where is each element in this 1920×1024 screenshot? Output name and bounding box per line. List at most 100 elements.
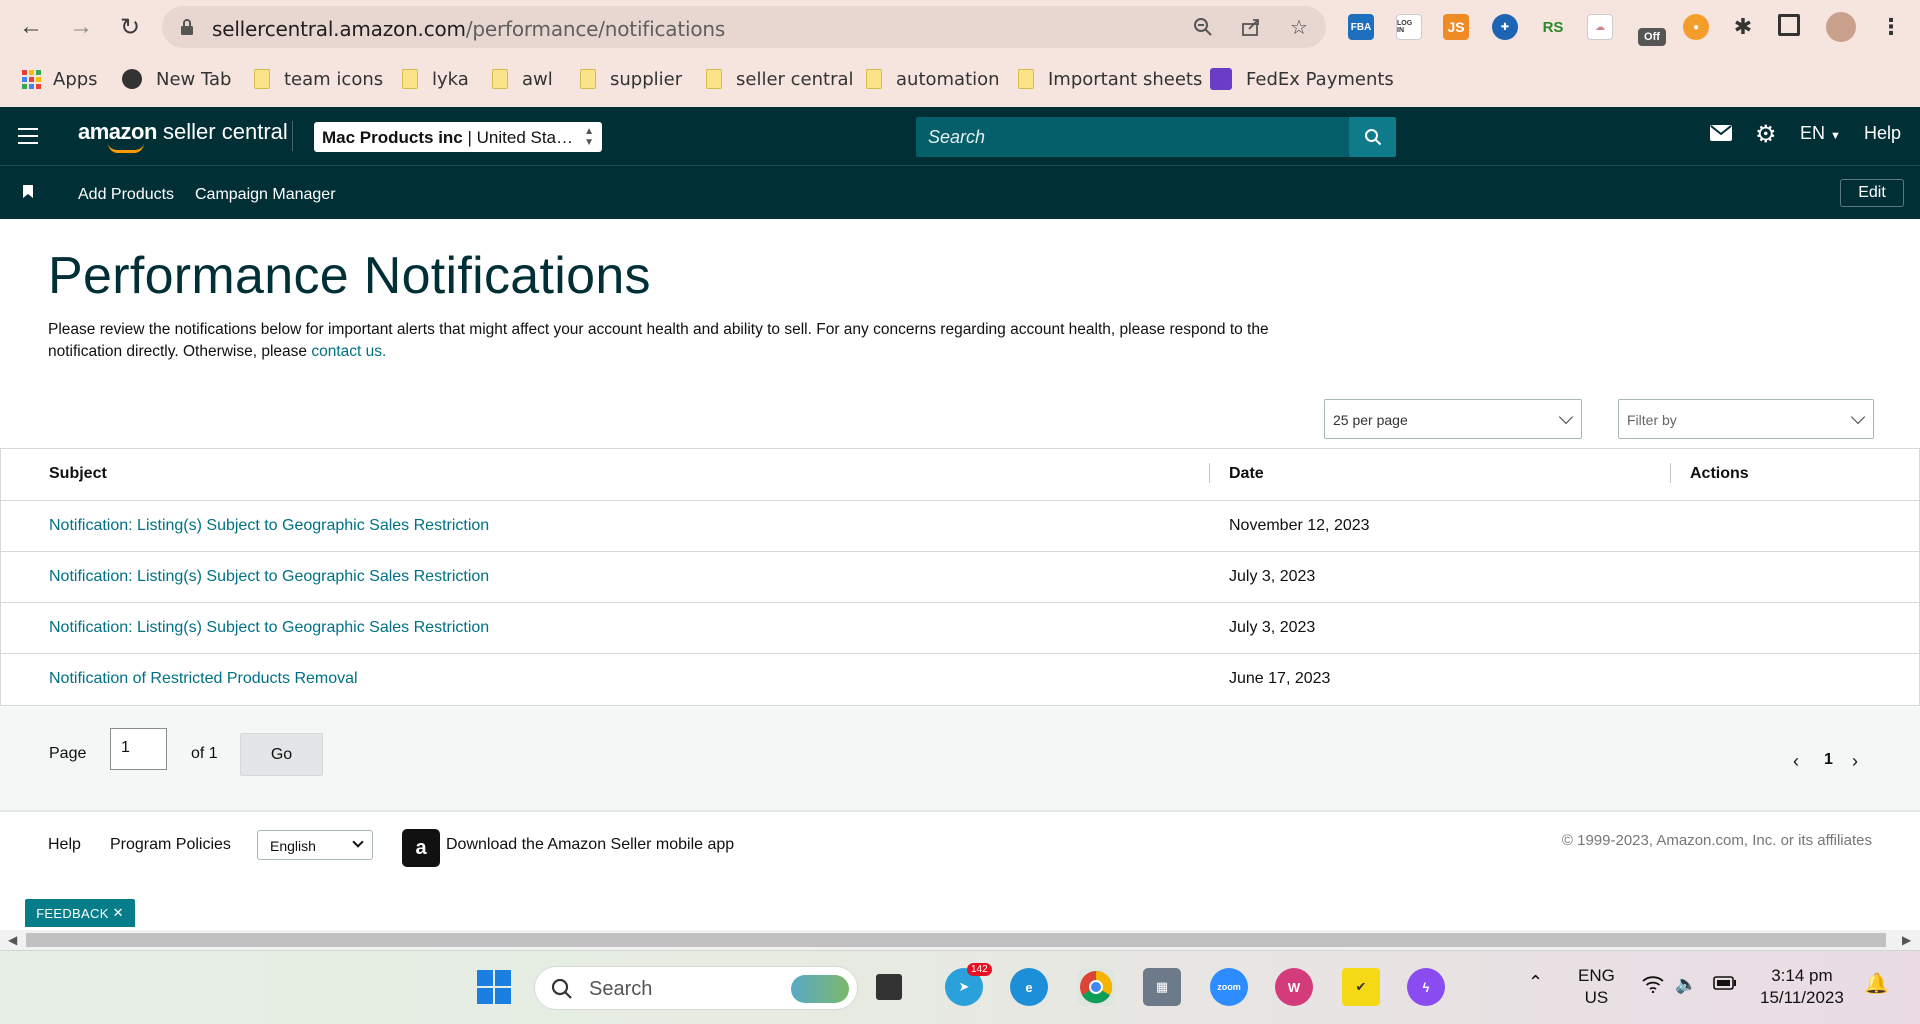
bookmark-apps[interactable]: Apps: [22, 66, 98, 92]
bookmark-seller-central[interactable]: seller central: [706, 66, 854, 92]
bookmark-fedex-payments[interactable]: FedEx Payments: [1210, 66, 1394, 92]
url-text: sellercentral.amazon.com/performance/not…: [212, 17, 726, 41]
notification-bell-icon[interactable]: 🔔: [1864, 973, 1889, 995]
search-button[interactable]: [1349, 117, 1396, 157]
folder-icon: [580, 69, 596, 89]
notification-date: November 12, 2023: [1229, 517, 1370, 534]
copyright-text: © 1999-2023, Amazon.com, Inc. or its aff…: [1561, 832, 1872, 849]
sidepanel-icon[interactable]: [1778, 14, 1800, 36]
search-icon: [1364, 129, 1381, 146]
fba-extension-icon[interactable]: FBA: [1348, 14, 1374, 40]
wps-icon[interactable]: W: [1275, 968, 1313, 1006]
share-icon[interactable]: [1240, 16, 1262, 38]
taskbar-search[interactable]: Search: [534, 966, 858, 1010]
add-products-link[interactable]: Add Products: [78, 186, 174, 204]
account-switcher[interactable]: Mac Products inc | United Sta… ▲ ▼: [314, 122, 602, 152]
previous-page-icon[interactable]: ‹: [1793, 751, 1799, 772]
battery-icon[interactable]: [1713, 975, 1737, 997]
reload-icon[interactable]: ↻: [115, 12, 145, 42]
amazon-app-icon[interactable]: a: [402, 829, 440, 867]
program-policies-link[interactable]: Program Policies: [110, 836, 231, 854]
folder-icon: [254, 69, 270, 89]
notification-date: July 3, 2023: [1229, 568, 1316, 585]
bookmark-new-tab[interactable]: New Tab: [122, 66, 231, 92]
feedback-button[interactable]: FEEDBACK ✕: [25, 899, 135, 927]
next-page-icon[interactable]: ›: [1852, 751, 1858, 772]
wifi-icon[interactable]: [1642, 975, 1664, 999]
per-page-select[interactable]: 25 per page: [1324, 399, 1582, 439]
chrome-icon[interactable]: [1077, 968, 1115, 1006]
firefox-extension-icon[interactable]: ●: [1683, 14, 1709, 40]
bookmark-lyka[interactable]: lyka: [402, 66, 469, 92]
footer-language-select[interactable]: English: [257, 830, 373, 860]
volume-icon[interactable]: 🔈: [1675, 973, 1697, 995]
scroll-left-icon[interactable]: ◀: [8, 933, 17, 947]
edit-shortcuts-button[interactable]: Edit: [1840, 179, 1904, 207]
forward-icon[interactable]: →: [66, 12, 96, 42]
help-link[interactable]: Help: [1864, 123, 1901, 144]
folder-icon: [706, 69, 722, 89]
zoom-icon[interactable]: [1192, 16, 1214, 38]
notification-subject-link[interactable]: Notification: Listing(s) Subject to Geog…: [49, 517, 489, 535]
go-button[interactable]: Go: [240, 733, 323, 776]
shortcut-bar: Add Products Campaign Manager Edit: [0, 165, 1920, 219]
current-page[interactable]: 1: [1824, 751, 1833, 769]
notification-date: July 3, 2023: [1229, 619, 1316, 636]
contact-us-link[interactable]: contact us.: [311, 343, 386, 360]
input-language[interactable]: ENG US: [1578, 965, 1615, 1009]
page-title: Performance Notifications: [48, 247, 651, 305]
sticky-notes-icon[interactable]: ✔: [1342, 968, 1380, 1006]
off-extension-icon[interactable]: Off: [1638, 28, 1666, 46]
seller-central-logo[interactable]: amazon seller central: [78, 119, 288, 153]
calculator-icon[interactable]: ▦: [1143, 968, 1181, 1006]
bookmark-star-icon[interactable]: ☆: [1288, 16, 1310, 39]
profile-avatar[interactable]: [1826, 12, 1856, 42]
system-clock[interactable]: 3:14 pm 15/11/2023: [1760, 965, 1844, 1009]
js-extension-icon[interactable]: JS: [1443, 14, 1469, 40]
rs-extension-icon[interactable]: RS: [1540, 14, 1566, 40]
messenger-icon[interactable]: ϟ: [1407, 968, 1445, 1006]
footer-help-link[interactable]: Help: [48, 836, 81, 854]
back-icon[interactable]: ←: [16, 12, 46, 42]
login-extension-icon[interactable]: LOG IN: [1396, 14, 1422, 40]
folder-icon: [402, 69, 418, 89]
bookmark-team-icons[interactable]: team icons: [254, 66, 383, 92]
bookmark-awl[interactable]: awl: [492, 66, 553, 92]
filter-select[interactable]: Filter by: [1618, 399, 1874, 439]
task-view-icon[interactable]: [876, 974, 902, 1000]
menu-kebab-icon[interactable]: ⋮: [1878, 14, 1904, 40]
plus-extension-icon[interactable]: ✚: [1492, 14, 1518, 40]
address-bar[interactable]: sellercentral.amazon.com/performance/not…: [162, 6, 1326, 48]
edge-icon[interactable]: e: [1010, 968, 1048, 1006]
search-highlight-icon: [791, 975, 849, 1003]
language-selector[interactable]: EN ▼: [1800, 123, 1841, 144]
hamburger-menu-icon[interactable]: [18, 128, 38, 144]
bookmark-icon[interactable]: [23, 185, 33, 203]
folder-icon: [492, 69, 508, 89]
close-icon[interactable]: ✕: [113, 905, 124, 921]
show-hidden-icons-icon[interactable]: ⌃: [1528, 971, 1543, 993]
notification-subject-link[interactable]: Notification of Restricted Products Remo…: [49, 670, 358, 688]
scrollbar-thumb[interactable]: [26, 933, 1886, 947]
settings-gear-icon[interactable]: ⚙: [1755, 120, 1777, 149]
page-number-input[interactable]: 1: [110, 728, 167, 770]
bookmark-supplier[interactable]: supplier: [580, 66, 682, 92]
notification-subject-link[interactable]: Notification: Listing(s) Subject to Geog…: [49, 619, 489, 637]
puzzle-icon[interactable]: ✱: [1730, 14, 1756, 40]
column-header-subject: Subject: [49, 465, 107, 482]
horizontal-scrollbar[interactable]: ◀ ▶: [0, 930, 1920, 950]
scroll-right-icon[interactable]: ▶: [1902, 933, 1911, 947]
campaign-manager-link[interactable]: Campaign Manager: [195, 186, 336, 204]
column-divider: [1670, 463, 1671, 483]
amazon-smile-icon: [108, 143, 144, 153]
notification-subject-link[interactable]: Notification: Listing(s) Subject to Geog…: [49, 568, 489, 586]
bookmark-important-sheets[interactable]: Important sheets: [1018, 66, 1202, 92]
zoom-app-icon[interactable]: zoom: [1210, 968, 1248, 1006]
windows-start-icon[interactable]: [475, 968, 513, 1006]
search-input[interactable]: Search: [916, 117, 1349, 157]
column-header-date: Date: [1229, 465, 1264, 482]
download-app-link[interactable]: Download the Amazon Seller mobile app: [446, 836, 734, 854]
bookmark-automation[interactable]: automation: [866, 66, 1000, 92]
cloud-extension-icon[interactable]: ☁: [1587, 14, 1613, 40]
mail-icon[interactable]: [1710, 125, 1732, 146]
